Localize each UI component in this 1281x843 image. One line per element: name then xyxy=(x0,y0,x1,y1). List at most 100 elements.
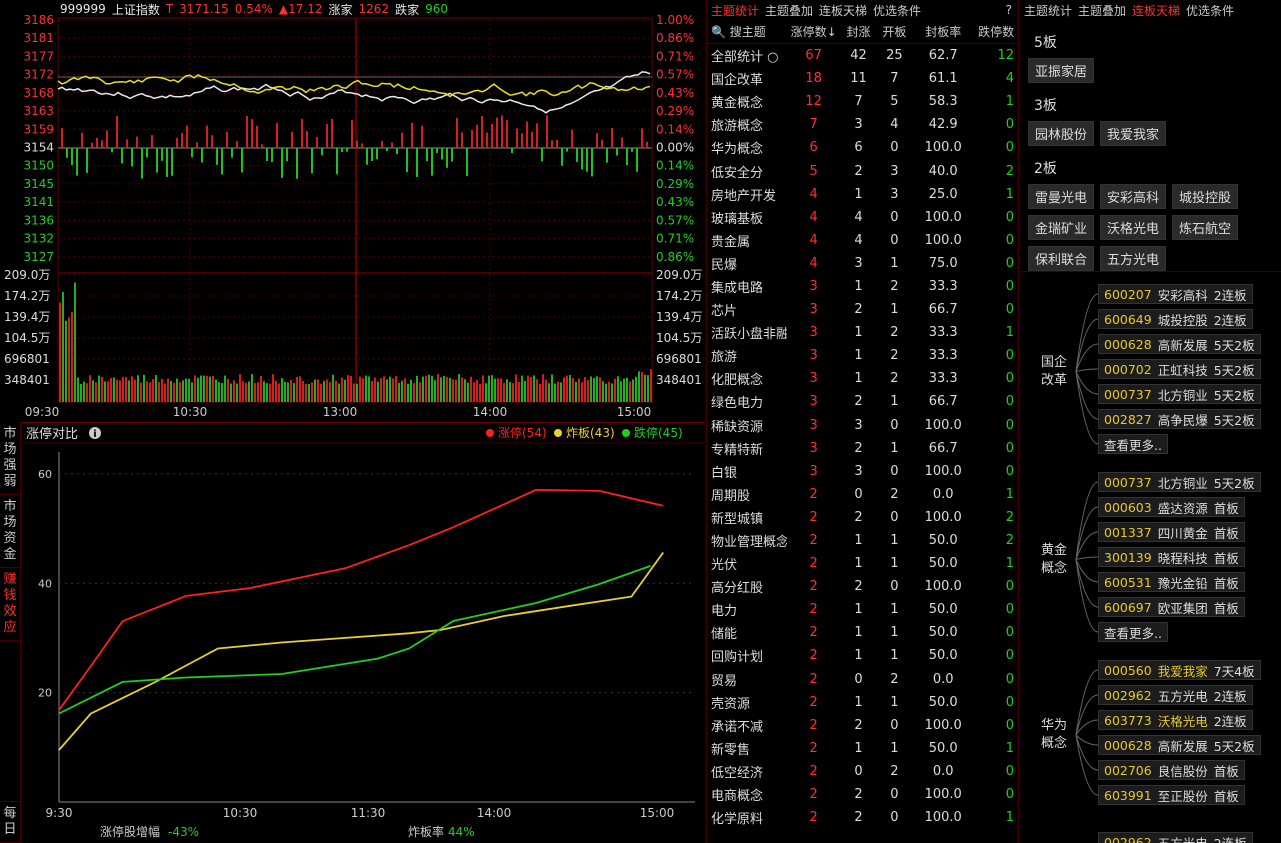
topic-row[interactable]: 化学原料 2 2 0 100.0 1 xyxy=(707,806,1018,829)
group-stock[interactable]: 000628 高新发展 5天2板 xyxy=(1098,735,1261,755)
topic-row[interactable]: 专精特新 3 2 1 66.7 0 xyxy=(707,437,1018,460)
view-more-button[interactable]: 查看更多.. xyxy=(1098,622,1168,642)
svg-text:i: i xyxy=(93,429,96,440)
side-tab-0[interactable]: 市场强弱 xyxy=(0,422,20,495)
topic-tab-2[interactable]: 连板天梯 xyxy=(819,2,867,19)
group-stock[interactable]: 001337 四川黄金 首板 xyxy=(1098,522,1245,542)
group-stock[interactable]: 002962 五方光电 2连板 xyxy=(1098,832,1253,843)
topic-tab-4[interactable]: ? xyxy=(1006,3,1012,17)
topic-row[interactable]: 承诺不减 2 2 0 100.0 0 xyxy=(707,714,1018,737)
topic-row[interactable]: 芯片 3 2 1 66.7 0 xyxy=(707,298,1018,321)
group-stock[interactable]: 600207 安彩高科 2连板 xyxy=(1098,284,1253,304)
group-stock[interactable]: 000560 我爱我家 7天4板 xyxy=(1098,660,1261,680)
stock-field: 300139 xyxy=(1104,549,1152,565)
topic-row[interactable]: 新型城镇 2 2 0 100.0 2 xyxy=(707,506,1018,529)
topic-row[interactable]: 国企改革 18 11 7 61.1 4 xyxy=(707,67,1018,90)
ladder-stock-chip[interactable]: 城投控股 xyxy=(1172,184,1239,209)
topic-row[interactable]: 储能 2 1 1 50.0 0 xyxy=(707,621,1018,644)
topic-row[interactable]: 新零售 2 1 1 50.0 1 xyxy=(707,737,1018,760)
info-icon[interactable]: i xyxy=(89,427,101,440)
topic-row[interactable]: 高分红股 2 2 0 100.0 0 xyxy=(707,575,1018,598)
ladder-tab-0[interactable]: 主题统计 xyxy=(1024,2,1072,19)
topic-row[interactable]: 集成电路 3 1 2 33.3 0 xyxy=(707,275,1018,298)
topic-row[interactable]: 民爆 4 3 1 75.0 0 xyxy=(707,252,1018,275)
col-header-3[interactable]: 开板 xyxy=(876,23,912,40)
ladder-tab-3[interactable]: 优选条件 xyxy=(1186,2,1234,19)
group-stock[interactable]: 000603 盛达资源 首板 xyxy=(1098,497,1245,517)
topic-tab-0[interactable]: 主题统计 xyxy=(711,2,759,19)
topic-cell: 50.0 xyxy=(928,648,958,664)
topic-row[interactable]: 黄金概念 12 7 5 58.3 1 xyxy=(707,90,1018,113)
ladder-stock-chip[interactable]: 园林股份 xyxy=(1028,121,1095,146)
group-stock[interactable]: 000628 高新发展 5天2板 xyxy=(1098,334,1261,354)
group-stock[interactable]: 600649 城投控股 2连板 xyxy=(1098,309,1253,329)
topic-row[interactable]: 绿色电力 3 2 1 66.7 0 xyxy=(707,390,1018,413)
topic-cell: 4 xyxy=(809,232,818,248)
topic-cell: 58.3 xyxy=(928,94,958,110)
view-more-button[interactable]: 查看更多.. xyxy=(1098,434,1168,454)
side-tab-3[interactable]: 每日 xyxy=(0,801,20,843)
ladder-stock-chip[interactable]: 五方光电 xyxy=(1100,246,1167,271)
topic-row[interactable]: 壳资源 2 1 1 50.0 0 xyxy=(707,691,1018,714)
group-stock[interactable]: 300139 晓程科技 首板 xyxy=(1098,547,1245,567)
ladder-stock-chip[interactable]: 雷曼光电 xyxy=(1028,184,1095,209)
topic-row[interactable]: 电商概念 2 2 0 100.0 0 xyxy=(707,783,1018,806)
topic-row[interactable]: 周期股 2 0 2 0.0 1 xyxy=(707,483,1018,506)
vol-tick: 139.4万 xyxy=(4,310,50,324)
topic-row[interactable]: 贸易 2 0 2 0.0 0 xyxy=(707,668,1018,691)
topic-row[interactable]: 活跃小盘非融 3 1 2 33.3 1 xyxy=(707,321,1018,344)
group-stock[interactable]: 000737 北方铜业 5天2板 xyxy=(1098,472,1261,492)
intraday-chart[interactable]: 3186 1.00% 3181 0.86% 3177 0.71% 3172 0.57% 3168… xyxy=(0,0,705,422)
topic-row[interactable]: 低空经济 2 0 2 0.0 0 xyxy=(707,760,1018,783)
topic-cell: 2 xyxy=(890,278,899,294)
col-header-5[interactable]: 跌停数 xyxy=(974,23,1018,40)
topic-row[interactable]: 回购计划 2 1 1 50.0 0 xyxy=(707,644,1018,667)
topic-row[interactable]: 旅游 3 1 2 33.3 0 xyxy=(707,344,1018,367)
group-stock[interactable]: 002706 良信股份 首板 xyxy=(1098,760,1245,780)
topic-row[interactable]: 白银 3 3 0 100.0 0 xyxy=(707,460,1018,483)
group-stock[interactable]: 002962 五方光电 2连板 xyxy=(1098,685,1253,705)
side-tab-2[interactable]: 赚钱效应 xyxy=(0,568,20,641)
group-stock[interactable]: 600531 豫光金铅 首板 xyxy=(1098,572,1245,592)
topic-row[interactable]: 低安全分 5 2 3 40.0 2 xyxy=(707,159,1018,182)
group-stock[interactable]: 603991 至正股份 首板 xyxy=(1098,785,1245,805)
ladder-tab-1[interactable]: 主题叠加 xyxy=(1078,2,1126,19)
topic-row[interactable]: 玻璃基板 4 4 0 100.0 0 xyxy=(707,206,1018,229)
topic-cell: 100.0 xyxy=(924,579,962,595)
group-stock[interactable]: 000737 北方铜业 5天2板 xyxy=(1098,384,1261,404)
ladder-stock-chip[interactable]: 安彩高科 xyxy=(1100,184,1167,209)
topic-row[interactable]: 房地产开发 4 1 3 25.0 1 xyxy=(707,183,1018,206)
ladder-stock-chip[interactable]: 亚振家居 xyxy=(1028,58,1095,83)
topic-cell: 房地产开发 xyxy=(711,188,777,204)
topic-row[interactable]: 旅游概念 7 3 4 42.9 0 xyxy=(707,113,1018,136)
ladder-stock-chip[interactable]: 保利联合 xyxy=(1028,246,1095,271)
topic-row[interactable]: 稀缺资源 3 3 0 100.0 0 xyxy=(707,414,1018,437)
col-header-4[interactable]: 封板率 xyxy=(912,23,974,40)
ladder-stock-chip[interactable]: 金瑞矿业 xyxy=(1028,215,1095,240)
group-stock[interactable]: 000702 正虹科技 5天2板 xyxy=(1098,359,1261,379)
group-stock[interactable]: 600697 欧亚集团 首板 xyxy=(1098,597,1245,617)
topic-row[interactable]: 光伏 2 1 1 50.0 1 xyxy=(707,552,1018,575)
col-header-1[interactable]: 涨停数↓ xyxy=(787,23,841,40)
topic-cell: 回购计划 xyxy=(711,650,764,666)
search-topic-input[interactable]: 🔍 搜主题 xyxy=(707,23,787,40)
limit-compare-chart[interactable]: 涨停对比 i 涨停(54) 炸板(43) 跌停(45) 60 40 20 9:30 10:30 11… xyxy=(22,422,705,843)
topic-row[interactable]: 全部统计 ○ 67 42 25 62.7 12 xyxy=(707,44,1018,67)
topic-row[interactable]: 电力 2 1 1 50.0 0 xyxy=(707,598,1018,621)
footer-b-value: 44% xyxy=(448,825,475,839)
ladder-stock-chip[interactable]: 沃格光电 xyxy=(1100,215,1167,240)
topic-row[interactable]: 物业管理概念 2 1 1 50.0 2 xyxy=(707,529,1018,552)
ladder-tab-2[interactable]: 连板天梯 xyxy=(1132,2,1180,19)
topic-tab-3[interactable]: 优选条件 xyxy=(873,2,921,19)
group-stock[interactable]: 002827 高争民爆 5天2板 xyxy=(1098,409,1261,429)
topic-row[interactable]: 贵金属 4 4 0 100.0 0 xyxy=(707,229,1018,252)
col-header-2[interactable]: 封涨 xyxy=(841,23,877,40)
ladder-stock-chip[interactable]: 炼石航空 xyxy=(1172,215,1239,240)
topic-cell: 66.7 xyxy=(928,394,958,410)
topic-row[interactable]: 化肥概念 3 1 2 33.3 0 xyxy=(707,367,1018,390)
ladder-stock-chip[interactable]: 我爱我家 xyxy=(1100,121,1167,146)
topic-row[interactable]: 华为概念 6 6 0 100.0 0 xyxy=(707,136,1018,159)
group-stock[interactable]: 603773 沃格光电 2连板 xyxy=(1098,710,1253,730)
side-tab-1[interactable]: 市场资金 xyxy=(0,495,20,568)
topic-tab-1[interactable]: 主题叠加 xyxy=(765,2,813,19)
